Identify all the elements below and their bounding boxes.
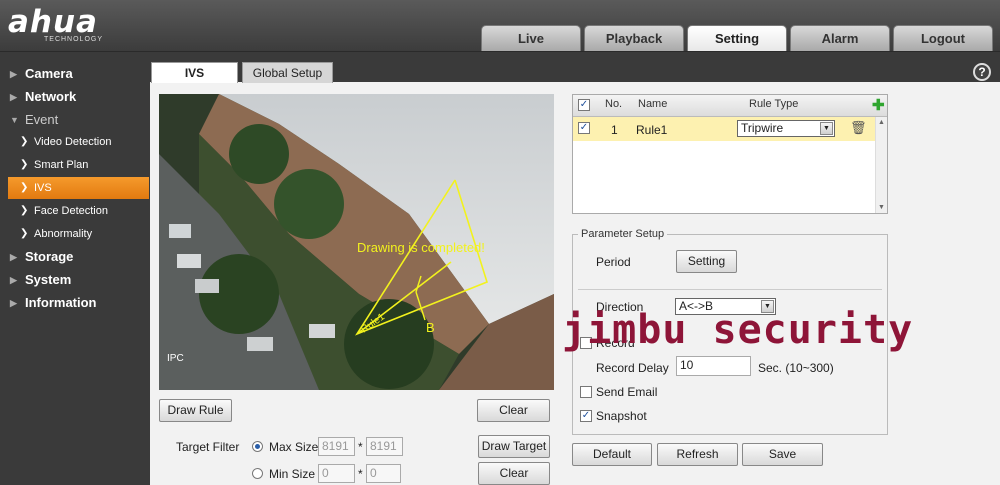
sidebar-item-label: Storage (25, 249, 74, 264)
row-checkbox[interactable]: ✓ (578, 122, 590, 134)
collapse-arrow-icon: ▼ (10, 115, 19, 125)
sidebar: ▶ Camera ▶ Network ▼ Event ❯ Video Detection… (0, 53, 150, 485)
size-separator: * (358, 467, 363, 481)
min-size-radio[interactable] (252, 468, 263, 479)
video-preview[interactable]: Drawing is completed! Rule1 B IPC (159, 94, 554, 390)
watermark-text: jimbu security (562, 307, 914, 353)
expand-arrow-icon: ▶ (10, 92, 17, 102)
point-b-label: B (426, 320, 435, 335)
rule-table-header: ✓ No. Name Rule Type ✚ (573, 95, 887, 117)
sidebar-item-abnormality[interactable]: ❯ Abnormality (0, 223, 150, 245)
sidebar-item-face-detection[interactable]: ❯ Face Detection (0, 200, 150, 222)
default-button[interactable]: Default (572, 443, 652, 466)
sidebar-item-label: IVS (34, 182, 52, 194)
draw-target-button[interactable]: Draw Target (478, 435, 550, 458)
rule-type-value: Tripwire (741, 121, 784, 135)
chevron-right-icon: ❯ (20, 228, 29, 239)
max-size-radio[interactable] (252, 441, 263, 452)
add-rule-icon[interactable]: ✚ (872, 96, 885, 114)
sidebar-item-label: Face Detection (34, 205, 108, 217)
save-button[interactable]: Save (742, 443, 823, 466)
select-all-checkbox[interactable]: ✓ (578, 99, 590, 111)
sidebar-item-video-detection[interactable]: ❯ Video Detection (0, 131, 150, 153)
sidebar-item-network[interactable]: ▶ Network (0, 86, 150, 108)
sidebar-item-label: System (25, 272, 72, 287)
column-no: No. (605, 98, 623, 110)
tab-setting[interactable]: Setting (687, 25, 787, 51)
sidebar-item-system[interactable]: ▶ System (0, 269, 150, 291)
sidebar-item-label: Event (25, 112, 59, 127)
sidebar-item-camera[interactable]: ▶ Camera (0, 63, 150, 85)
tab-playback[interactable]: Playback (584, 25, 684, 51)
size-separator: * (358, 440, 363, 454)
parameter-setup-legend: Parameter Setup (578, 228, 668, 240)
target-filter-label: Target Filter (176, 440, 240, 454)
tab-live[interactable]: Live (481, 25, 581, 51)
drawing-completed-overlay: Drawing is completed! (357, 240, 485, 255)
sidebar-item-label: Information (25, 295, 97, 310)
divider (578, 289, 882, 290)
min-size-label: Min Size (269, 467, 316, 481)
subtab-ivs[interactable]: IVS (151, 62, 238, 83)
sidebar-item-label: Video Detection (34, 136, 112, 148)
period-setting-button[interactable]: Setting (676, 250, 737, 273)
send-email-label: Send Email (596, 385, 658, 399)
chevron-right-icon: ❯ (20, 159, 29, 170)
draw-rule-button[interactable]: Draw Rule (159, 399, 232, 422)
record-delay-label: Record Delay (596, 361, 669, 375)
logo-sub-text: TECHNOLOGY (44, 36, 104, 43)
rule-table: ✓ No. Name Rule Type ✚ ✓ 1 Rule1 🗑 ▲ ▼ (572, 94, 888, 214)
rule-name: Rule1 (636, 123, 668, 137)
min-width-input[interactable]: 0 (318, 464, 355, 483)
refresh-button[interactable]: Refresh (657, 443, 738, 466)
record-delay-input[interactable]: 10 (676, 356, 751, 376)
column-name: Name (638, 98, 668, 110)
chevron-right-icon: ❯ (20, 205, 29, 216)
help-icon[interactable]: ? (973, 63, 991, 81)
clear-target-button[interactable]: Clear (478, 462, 550, 485)
sidebar-item-label: Camera (25, 66, 73, 81)
clear-rule-button[interactable]: Clear (477, 399, 550, 422)
sidebar-item-label: Smart Plan (34, 159, 89, 171)
camera-corner-label: IPC (167, 353, 184, 364)
sidebar-item-label: Network (25, 89, 77, 104)
sidebar-item-storage[interactable]: ▶ Storage (0, 246, 150, 268)
sidebar-item-ivs[interactable]: ❯ IVS (8, 177, 149, 199)
dahua-logo: a‌hua TECHNOLOGY (8, 6, 103, 43)
snapshot-checkbox[interactable]: ✓ (580, 410, 592, 422)
expand-arrow-icon: ▶ (10, 275, 17, 285)
rule-type-select[interactable]: Tripwire ▼ (737, 120, 835, 137)
chevron-right-icon: ❯ (20, 136, 29, 147)
top-header: a‌hua TECHNOLOGY Live Playback Setting A… (0, 0, 1000, 52)
tab-alarm[interactable]: Alarm (790, 25, 890, 51)
sidebar-item-event[interactable]: ▼ Event (0, 109, 150, 131)
expand-arrow-icon: ▶ (10, 252, 17, 262)
sidebar-item-label: Abnormality (34, 228, 93, 240)
scroll-up-icon[interactable]: ▲ (878, 119, 885, 126)
subtab-global-setup[interactable]: Global Setup (242, 62, 333, 83)
rule-no: 1 (611, 123, 618, 137)
period-label: Period (596, 255, 631, 269)
chevron-right-icon: ❯ (20, 182, 29, 193)
tab-logout[interactable]: Logout (893, 25, 993, 51)
expand-arrow-icon: ▶ (10, 69, 17, 79)
sidebar-item-smart-plan[interactable]: ❯ Smart Plan (0, 154, 150, 176)
trash-icon[interactable]: 🗑 (850, 120, 867, 136)
max-size-label: Max Size (269, 440, 319, 454)
sidebar-item-information[interactable]: ▶ Information (0, 292, 150, 314)
column-rule-type: Rule Type (749, 98, 799, 110)
min-height-input[interactable]: 0 (366, 464, 401, 483)
scrollbar[interactable]: ▲ ▼ (875, 117, 887, 213)
max-width-input[interactable]: 8191 (318, 437, 355, 456)
max-height-input[interactable]: 8191 (366, 437, 403, 456)
chevron-down-icon[interactable]: ▼ (820, 122, 833, 135)
expand-arrow-icon: ▶ (10, 298, 17, 308)
snapshot-label: Snapshot (596, 409, 647, 423)
logo-main-text: a‌hua (8, 4, 98, 40)
scroll-down-icon[interactable]: ▼ (878, 204, 885, 211)
send-email-checkbox[interactable] (580, 386, 592, 398)
record-delay-range: Sec. (10~300) (758, 361, 834, 375)
